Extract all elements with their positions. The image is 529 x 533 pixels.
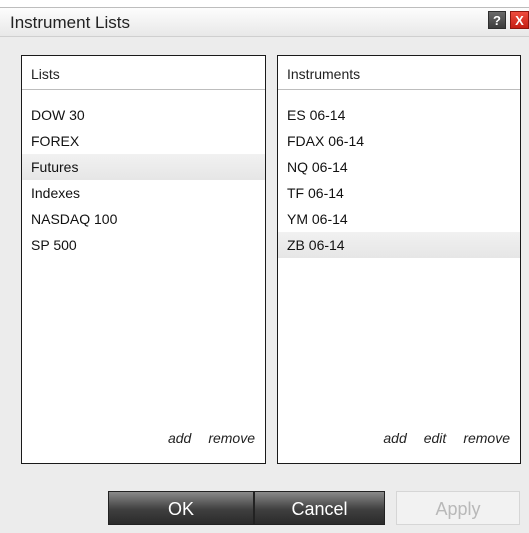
instrument-item[interactable]: YM 06-14 bbox=[278, 206, 520, 232]
list-item[interactable]: Indexes bbox=[22, 180, 265, 206]
list-item[interactable]: NASDAQ 100 bbox=[22, 206, 265, 232]
title-bar: Instrument Lists bbox=[0, 8, 529, 37]
instrument-item[interactable]: TF 06-14 bbox=[278, 180, 520, 206]
lists-list: DOW 30 FOREX Futures Indexes NASDAQ 100 … bbox=[22, 102, 265, 258]
instrument-item[interactable]: ZB 06-14 bbox=[278, 232, 520, 258]
lists-header-label: Lists bbox=[31, 66, 60, 82]
instrument-item[interactable]: FDAX 06-14 bbox=[278, 128, 520, 154]
top-edge bbox=[0, 0, 529, 8]
instruments-list: ES 06-14 FDAX 06-14 NQ 06-14 TF 06-14 YM… bbox=[278, 102, 520, 258]
list-item[interactable]: SP 500 bbox=[22, 232, 265, 258]
instruments-header-label: Instruments bbox=[287, 66, 361, 82]
list-item[interactable]: Futures bbox=[22, 154, 265, 180]
remove-instrument-link[interactable]: remove bbox=[463, 430, 510, 446]
lists-header: Lists bbox=[22, 56, 265, 90]
edit-instrument-link[interactable]: edit bbox=[424, 430, 447, 446]
window-title: Instrument Lists bbox=[10, 13, 130, 32]
cancel-button[interactable]: Cancel bbox=[254, 491, 385, 525]
apply-button[interactable]: Apply bbox=[396, 491, 520, 525]
add-instrument-link[interactable]: add bbox=[383, 430, 406, 446]
close-icon[interactable]: X bbox=[510, 11, 529, 29]
list-item[interactable]: FOREX bbox=[22, 128, 265, 154]
add-list-link[interactable]: add bbox=[168, 430, 191, 446]
instruments-panel: Instruments ES 06-14 FDAX 06-14 NQ 06-14… bbox=[277, 55, 521, 464]
instrument-item[interactable]: ES 06-14 bbox=[278, 102, 520, 128]
list-item[interactable]: DOW 30 bbox=[22, 102, 265, 128]
instrument-item[interactable]: NQ 06-14 bbox=[278, 154, 520, 180]
instruments-actions: add edit remove bbox=[366, 430, 510, 446]
ok-button[interactable]: OK bbox=[108, 491, 254, 525]
help-icon[interactable]: ? bbox=[488, 11, 506, 29]
lists-actions: add remove bbox=[151, 430, 255, 446]
lists-panel: Lists DOW 30 FOREX Futures Indexes NASDA… bbox=[21, 55, 266, 464]
remove-list-link[interactable]: remove bbox=[208, 430, 255, 446]
instruments-header: Instruments bbox=[278, 56, 520, 90]
